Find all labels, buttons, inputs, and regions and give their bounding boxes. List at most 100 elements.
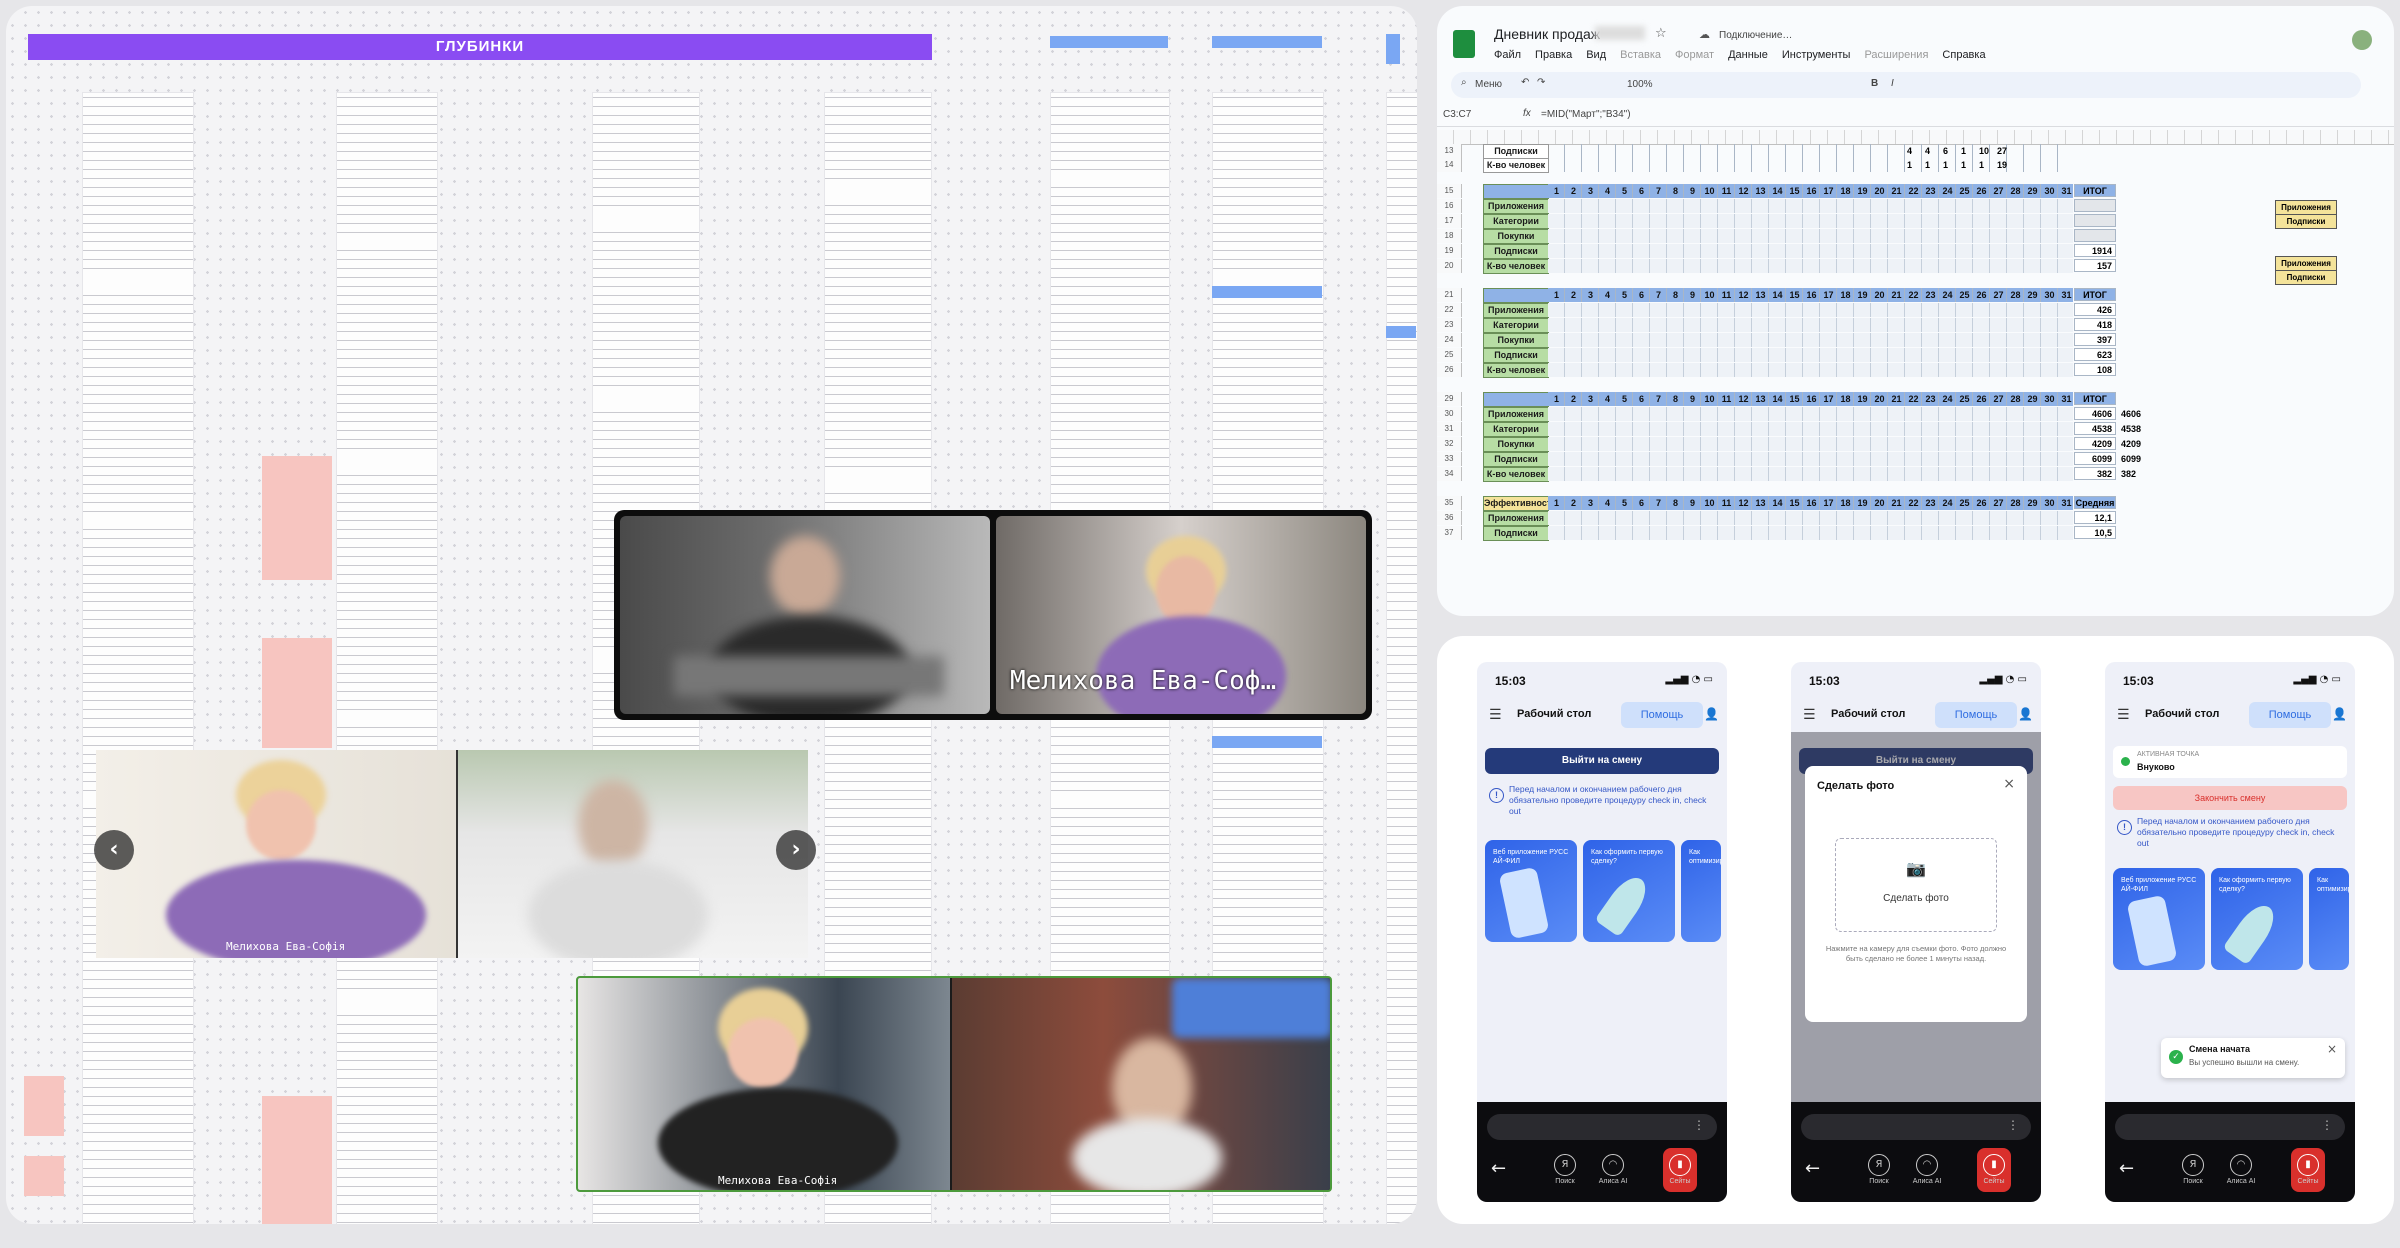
nav-sites[interactable]: ▮ Сейты xyxy=(1662,1154,1698,1185)
total-header[interactable]: ИТОГ xyxy=(2074,288,2116,301)
cell-value[interactable]: 4 xyxy=(1907,144,1912,158)
promo-card-optimize[interactable]: Как оптимизировать xyxy=(2309,868,2349,970)
search-menu-icon[interactable]: ⌕ xyxy=(1461,77,1467,88)
italic-icon[interactable]: I xyxy=(1891,78,1894,89)
user-icon[interactable]: 👤 xyxy=(1704,707,1719,721)
menu-extensions[interactable]: Расширения xyxy=(1864,49,1928,61)
row-label[interactable]: Категории xyxy=(1483,318,1549,333)
user-icon[interactable]: 👤 xyxy=(2332,707,2347,721)
day-header-cells[interactable]: 1 2 3 4 5 6 7 8 9 10 11 12 13 14 15 16 17 18 19 20 21 22 23 24 2… xyxy=(1548,392,2073,406)
extra-value[interactable]: 6099 xyxy=(2121,452,2141,466)
section-header-label[interactable] xyxy=(1483,184,1549,199)
row-label[interactable]: К-во человек xyxy=(1483,467,1549,482)
carousel-prev-button[interactable]: ‹ xyxy=(94,830,134,870)
end-shift-button[interactable]: Закончить смену xyxy=(2113,786,2347,810)
promo-card-optimize[interactable]: Как оптимизировать xyxy=(1681,840,1721,942)
day-cells[interactable] xyxy=(1548,318,2073,332)
toast-close-icon[interactable]: × xyxy=(2327,1042,2337,1056)
day-cells[interactable] xyxy=(1548,407,2073,421)
more-icon[interactable]: ⋮ xyxy=(2007,1118,2019,1132)
back-arrow-icon[interactable]: ← xyxy=(1491,1158,1506,1179)
row-label[interactable]: Приложения xyxy=(1483,511,1549,526)
doc-link-button[interactable] xyxy=(1386,34,1400,64)
menu-data[interactable]: Данные xyxy=(1728,49,1768,61)
extra-value[interactable]: 4606 xyxy=(2121,407,2141,421)
menu-tools[interactable]: Инструменты xyxy=(1782,49,1851,61)
row-label[interactable]: К-во человек xyxy=(1483,259,1549,274)
row-label[interactable]: Подписки xyxy=(1483,452,1549,467)
user-icon[interactable]: 👤 xyxy=(2018,707,2033,721)
address-bar[interactable]: ⋮ xyxy=(1487,1114,1717,1140)
day-cells[interactable] xyxy=(1548,259,2073,273)
day-cells[interactable] xyxy=(1548,214,2073,228)
day-cells[interactable] xyxy=(1548,144,2073,158)
day-cells[interactable] xyxy=(1548,199,2073,213)
nav-sites[interactable]: ▮ Сейты xyxy=(2290,1154,2326,1185)
total-cell[interactable]: 10,5 xyxy=(2074,526,2116,539)
undo-icon[interactable]: ↶ xyxy=(1521,77,1529,88)
back-arrow-icon[interactable]: ← xyxy=(2119,1158,2134,1179)
row-label[interactable]: Приложения xyxy=(1483,303,1549,318)
total-cell[interactable]: 418 xyxy=(2074,318,2116,331)
day-header-cells[interactable]: 1 2 3 4 5 6 7 8 9 10 11 12 13 14 15 16 17 18 19 20 21 22 23 24 2… xyxy=(1548,496,2073,510)
day-header-cells[interactable]: 1 2 3 4 5 6 7 8 9 10 11 12 13 14 15 16 17 18 19 20 21 22 23 24 2… xyxy=(1548,288,2073,302)
cell-value[interactable]: 4 xyxy=(1925,144,1930,158)
total-cell[interactable]: 157 xyxy=(2074,259,2116,272)
day-cells[interactable] xyxy=(1548,333,2073,347)
address-bar[interactable]: ⋮ xyxy=(2115,1114,2345,1140)
day-cells[interactable] xyxy=(1548,467,2073,481)
row-label[interactable]: Категории xyxy=(1483,422,1549,437)
back-arrow-icon[interactable]: ← xyxy=(1805,1158,1820,1179)
help-button[interactable]: Помощь xyxy=(2249,702,2331,728)
day-cells[interactable] xyxy=(1548,303,2073,317)
star-icon[interactable]: ☆ xyxy=(1655,26,1667,41)
total-cell[interactable] xyxy=(2074,229,2116,242)
cell-value[interactable]: 1 xyxy=(1925,158,1930,172)
cell-value[interactable]: 1 xyxy=(1961,158,1966,172)
total-cell[interactable]: 4606 xyxy=(2074,407,2116,420)
total-cell[interactable]: 1914 xyxy=(2074,244,2116,257)
promo-card-first-deal[interactable]: Как оформить первую сделку? xyxy=(2211,868,2303,970)
day-header-cells[interactable]: 1 2 3 4 5 6 7 8 9 10 11 12 13 14 15 16 17 18 19 20 21 22 23 24 2… xyxy=(1548,184,2073,198)
day-cells[interactable] xyxy=(1548,422,2073,436)
row-label[interactable]: К-во человек xyxy=(1483,158,1549,173)
day-cells[interactable] xyxy=(1548,158,2073,172)
total-cell[interactable]: 4538 xyxy=(2074,422,2116,435)
row-label[interactable]: Подписки xyxy=(1483,244,1549,259)
promo-card-first-deal[interactable]: Как оформить первую сделку? xyxy=(1583,840,1675,942)
zoom-select[interactable]: 100% xyxy=(1627,79,1653,90)
help-button[interactable]: Помощь xyxy=(1935,702,2017,728)
total-cell[interactable]: 397 xyxy=(2074,333,2116,346)
nav-sites[interactable]: ▮ Сейты xyxy=(1976,1154,2012,1185)
menu-help[interactable]: Справка xyxy=(1942,49,1985,61)
cell-value[interactable]: 1 xyxy=(1961,144,1966,158)
total-cell[interactable] xyxy=(2074,214,2116,227)
toolbar-menu-label[interactable]: Меню xyxy=(1475,79,1502,90)
total-cell[interactable]: 426 xyxy=(2074,303,2116,316)
section-header-label[interactable] xyxy=(1483,392,1549,407)
day-cells[interactable] xyxy=(1548,526,2073,540)
formula-input[interactable]: =MID("Март";"B34") xyxy=(1541,109,1631,120)
total-cell[interactable]: 6099 xyxy=(2074,452,2116,465)
day-cells[interactable] xyxy=(1548,511,2073,525)
cell-value[interactable]: 6 xyxy=(1943,144,1948,158)
cell-value[interactable]: 19 xyxy=(1997,158,2007,172)
total-header[interactable]: ИТОГ xyxy=(2074,184,2116,197)
total-cell[interactable]: 4209 xyxy=(2074,437,2116,450)
nav-search[interactable]: Я Поиск xyxy=(2175,1154,2211,1185)
doc-link-button[interactable] xyxy=(1212,736,1322,748)
nav-alice[interactable]: ◠ Алиса AI xyxy=(1909,1154,1945,1185)
doc-link-button[interactable] xyxy=(1212,286,1322,298)
promo-card-webapp[interactable]: Веб приложение РУСС АЙ-ФИЛ xyxy=(1485,840,1577,942)
modal-close-icon[interactable]: × xyxy=(2003,776,2015,792)
name-box[interactable]: C3:C7 xyxy=(1443,109,1471,120)
cell-value[interactable]: 10 xyxy=(1979,144,1989,158)
account-avatar[interactable] xyxy=(2352,30,2372,50)
day-cells[interactable] xyxy=(1548,229,2073,243)
nav-search[interactable]: Я Поиск xyxy=(1547,1154,1583,1185)
cell-value[interactable]: 27 xyxy=(1997,144,2007,158)
menu-file[interactable]: Файл xyxy=(1494,49,1521,61)
menu-edit[interactable]: Правка xyxy=(1535,49,1572,61)
total-header[interactable]: Средняя xyxy=(2074,496,2116,509)
day-cells[interactable] xyxy=(1548,348,2073,362)
